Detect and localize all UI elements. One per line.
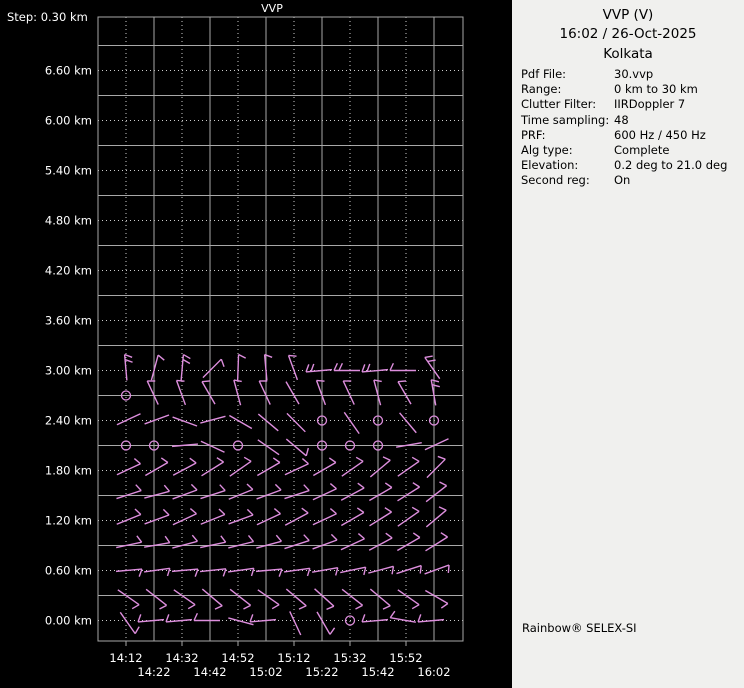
step-label: Step: 0.30 km [7,10,88,24]
y-axis-label: 2.40 km [45,414,92,428]
info-field-label: PRF: [521,127,546,142]
x-axis-label: 14:12 [109,651,142,665]
x-axis-label: 15:52 [389,651,422,665]
wind-barb-feather [288,354,297,357]
y-axis-label: 0.00 km [45,614,92,628]
info-field-value: 0.2 deg to 21.0 deg [614,158,728,173]
info-field-value: 0 km to 30 km [614,82,698,97]
info-field-row: Time sampling: 48 [521,113,739,128]
wind-barb-feather [397,380,407,383]
y-axis-label: 5.40 km [45,164,92,178]
x-axis-label: 15:22 [305,665,338,679]
x-axis-label: 15:42 [361,665,394,679]
info-field-label: Time sampling: [521,112,610,127]
vvp-window: 6.60 km 6.00 km 5.40 km 4.80 km 4.20 km 3.60 … [0,0,744,688]
info-field-label: Alg type: [521,143,573,158]
info-field-label: Range: [521,82,562,97]
info-field-row: Elevation: 0.2 deg to 21.0 deg [521,158,739,173]
x-axis-label: 15:32 [333,651,366,665]
chart-title: VVP [261,2,283,15]
info-field-row: Range: 0 km to 30 km [521,82,739,97]
x-axis-label: 16:02 [417,665,450,679]
wind-barb-feather [201,380,211,383]
info-field-value: IIRDoppler 7 [614,97,686,112]
info-field-row: Alg type: Complete [521,143,739,158]
y-axis-label: 6.60 km [45,64,92,78]
x-axis-label: 15:02 [249,665,282,679]
wind-barb-staff [236,354,240,381]
info-field-row: Clutter Filter: IIRDoppler 7 [521,97,739,112]
info-field-label: Clutter Filter: [521,97,597,112]
info-field-label: Second reg: [521,173,590,188]
x-axis-label: 14:32 [165,651,198,665]
y-axis-label: 3.60 km [45,314,92,328]
info-field-row: Pdf File: 30.vvp [521,67,739,82]
vvp-chart: 6.60 km 6.00 km 5.40 km 4.80 km 4.20 km 3.60 … [0,0,512,688]
y-axis-label: 1.80 km [45,464,92,478]
x-axis-label: 14:22 [137,665,170,679]
wind-barb-feather [176,379,185,382]
brand-footer: Rainbow® SELEX-SI [522,621,637,635]
plot-background [0,0,512,688]
y-axis-label: 4.80 km [45,214,92,228]
x-axis-label: 14:52 [221,651,254,665]
product-datetime: 16:02 / 26-Oct-2025 [559,26,697,42]
x-axis-label: 14:42 [193,665,226,679]
info-field-value: 600 Hz / 450 Hz [614,127,706,142]
wind-barb-feather [316,379,325,382]
info-field-value: Complete [614,143,670,158]
x-axis-label: 15:12 [277,651,310,665]
info-field-label: Pdf File: [521,67,567,81]
info-field-value: On [614,173,631,188]
info-panel: VVP (V) 16:02 / 26-Oct-2025 Kolkata Pdf … [512,0,744,688]
wind-barb-feather [447,564,450,574]
wind-barb-feather [419,565,422,574]
site-name: Kolkata [603,46,653,62]
y-axis-label: 3.00 km [45,364,92,378]
info-field-value: 48 [614,112,629,127]
y-axis-label: 4.20 km [45,264,92,278]
info-field-row: Second reg: On [521,173,739,188]
info-field-row: PRF: 600 Hz / 450 Hz [521,128,739,143]
info-field-label: Elevation: [521,158,579,173]
info-field-value: 30.vvp [614,67,654,81]
y-axis-label: 0.60 km [45,564,92,578]
info-fields: Pdf File: 30.vvp Range: 0 km to 30 km Clutte… [521,67,739,189]
y-axis-label: 6.00 km [45,114,92,128]
product-title: VVP (V) [602,7,654,23]
y-axis-label: 1.20 km [45,514,92,528]
